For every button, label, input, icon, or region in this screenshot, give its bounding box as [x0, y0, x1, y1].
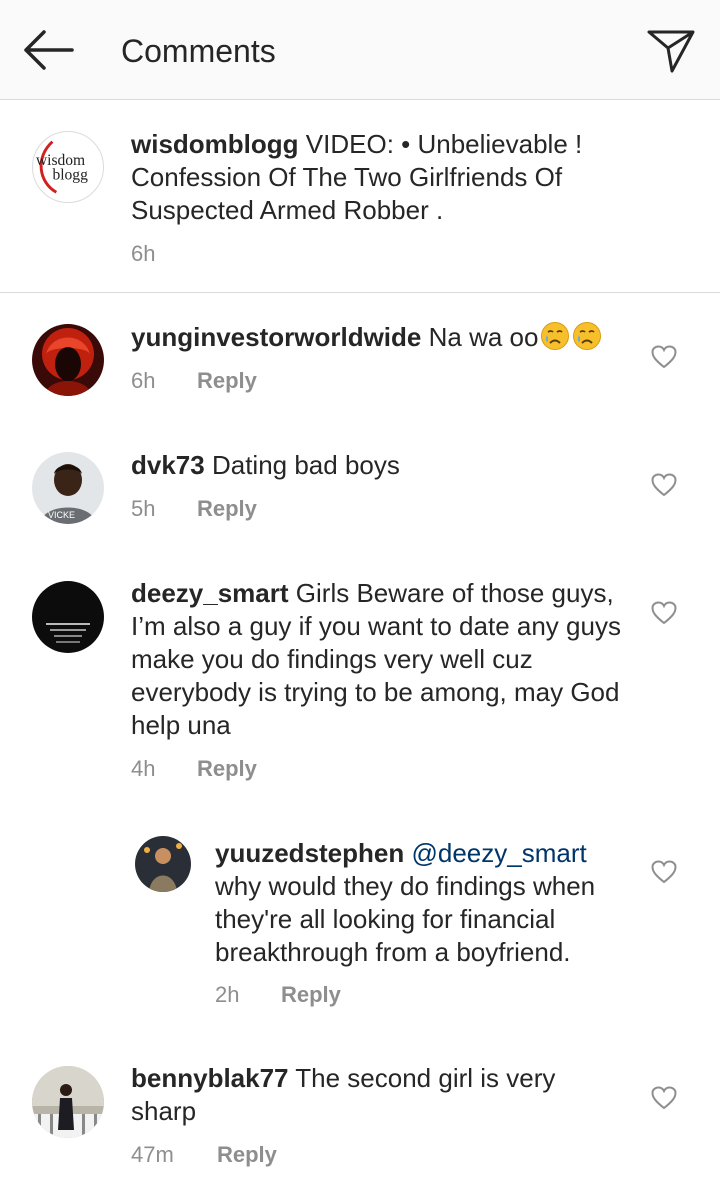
comment-time: 6h — [131, 368, 156, 393]
top-bar: Comments — [0, 0, 720, 100]
comment-text: yuuzedstephen @deezy_smart why would the… — [215, 837, 635, 969]
reply-button[interactable]: Reply — [197, 756, 257, 782]
comment-meta: 2h Reply — [215, 982, 341, 1008]
reply-button[interactable]: Reply — [197, 368, 257, 394]
heart-icon[interactable] — [651, 601, 677, 625]
comment-username[interactable]: yunginvestorworldwide — [131, 322, 421, 352]
avatar[interactable] — [32, 581, 104, 653]
comment-username[interactable]: yuuzedstephen — [215, 838, 404, 868]
mention-link[interactable]: @deezy_smart — [411, 838, 586, 868]
reply-button[interactable]: Reply — [197, 496, 257, 522]
comment-text: dvk73 Dating bad boys — [131, 449, 641, 482]
comment-time: 47m — [131, 1142, 174, 1167]
comment-body: Na wa oo — [428, 322, 539, 352]
comment-meta: 5h Reply — [131, 496, 257, 522]
svg-text:blogg: blogg — [52, 167, 88, 184]
wisdomblogg-logo: wisdom blogg — [36, 140, 88, 194]
post-caption-text: wisdomblogg VIDEO: • Unbelievable ! Conf… — [131, 128, 671, 227]
comment-time: 5h — [131, 496, 156, 521]
comment-text: bennyblak77 The second girl is very shar… — [131, 1062, 621, 1128]
comment-username[interactable]: bennyblak77 — [131, 1063, 289, 1093]
comment-body: Dating bad boys — [211, 450, 400, 480]
heart-icon[interactable] — [651, 860, 677, 884]
direct-share-icon[interactable] — [646, 26, 696, 74]
comment-body: why would they do findings when they're … — [215, 871, 596, 967]
comment-username[interactable]: deezy_smart — [131, 578, 289, 608]
comment-username[interactable]: dvk73 — [131, 450, 205, 480]
avatar-image — [32, 1066, 104, 1138]
post-avatar[interactable]: wisdom blogg — [32, 131, 104, 203]
avatar-image — [32, 324, 104, 396]
avatar[interactable] — [135, 836, 191, 892]
avatar[interactable]: VICKE — [32, 452, 104, 524]
avatar[interactable] — [32, 324, 104, 396]
comment-meta: 6h Reply — [131, 368, 257, 394]
heart-icon[interactable] — [651, 1086, 677, 1110]
avatar-image — [32, 581, 104, 653]
heart-icon[interactable] — [651, 345, 677, 369]
comment-text: deezy_smart Girls Beware of those guys, … — [131, 577, 621, 742]
avatar-image — [135, 836, 191, 892]
back-arrow-icon[interactable] — [22, 28, 74, 72]
post-caption: wisdom blogg wisdomblogg VIDEO: • Unbeli… — [0, 100, 720, 293]
post-username[interactable]: wisdomblogg — [131, 129, 299, 159]
crying-face-icon — [541, 322, 570, 350]
heart-icon[interactable] — [651, 473, 677, 497]
avatar[interactable] — [32, 1066, 104, 1138]
svg-text:VICKE: VICKE — [48, 510, 75, 520]
avatar-image: VICKE — [32, 452, 104, 524]
comment-time: 2h — [215, 982, 240, 1007]
reply-button[interactable]: Reply — [281, 982, 341, 1008]
comment-time: 4h — [131, 756, 156, 781]
post-time: 6h — [131, 241, 156, 266]
page-title: Comments — [121, 33, 276, 69]
comment-text: yunginvestorworldwide Na wa oo — [131, 321, 641, 354]
crying-face-icon — [573, 322, 602, 350]
reply-button[interactable]: Reply — [217, 1142, 277, 1168]
comment-meta: 4h Reply — [131, 756, 257, 782]
comment-meta: 47m Reply — [131, 1142, 277, 1168]
